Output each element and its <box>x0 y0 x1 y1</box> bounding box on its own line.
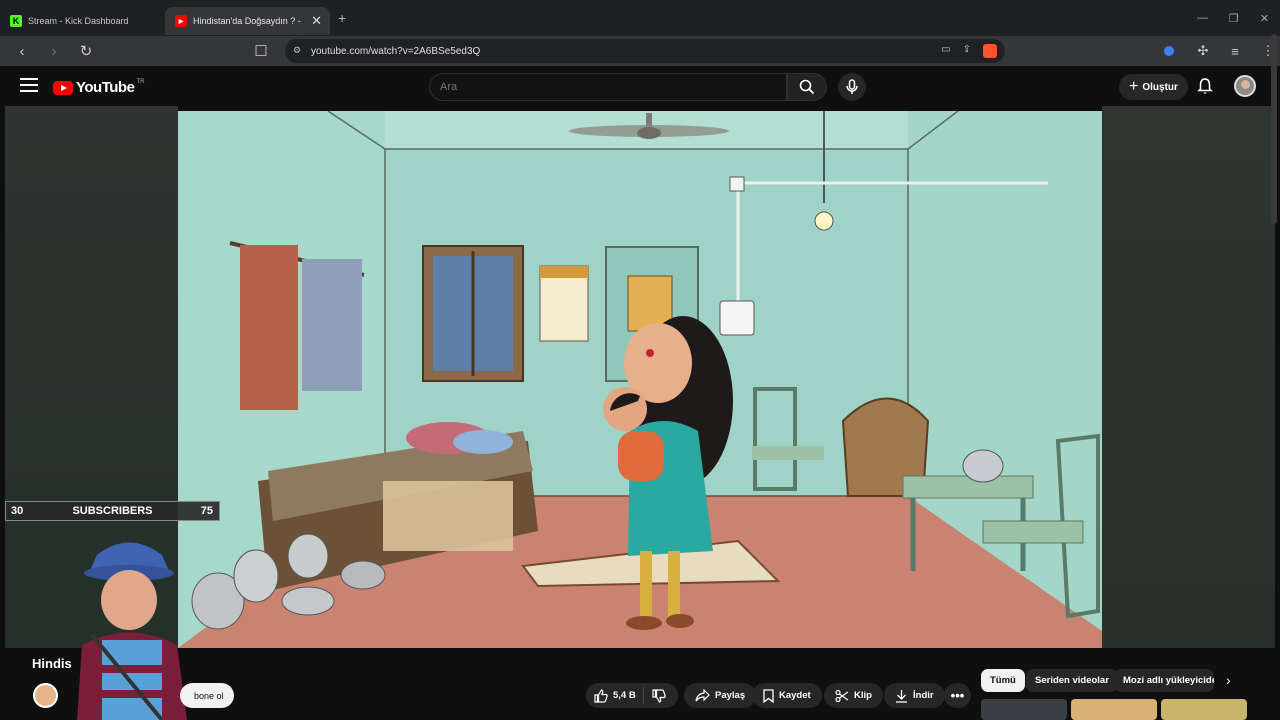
save-button[interactable]: Kaydet <box>752 683 822 708</box>
scissors-icon <box>835 689 849 702</box>
chip-uploader[interactable]: Mozi adlı yükleyiciden <box>1114 669 1214 692</box>
window-controls: — ❐ ✕ <box>1187 0 1280 36</box>
download-button[interactable]: İndir <box>884 683 945 708</box>
search-icon <box>799 79 815 95</box>
more-icon: ••• <box>950 688 965 703</box>
media-control-icon[interactable]: ≡ <box>1224 40 1246 62</box>
page-scrollbar[interactable] <box>1271 34 1277 224</box>
save-label: Kaydet <box>779 690 811 701</box>
back-button[interactable]: ‹ <box>6 43 38 60</box>
share-page-icon[interactable]: ⇪ <box>963 44 971 58</box>
tab-kick-dashboard[interactable]: K Stream - Kick Dashboard <box>0 7 165 35</box>
new-tab-button[interactable]: + <box>338 10 346 26</box>
browser-toolbar: ‹ › ↻ ☐ ⚙ youtube.com/watch?v=2A6BSe5ed3… <box>0 36 1280 66</box>
chip-series[interactable]: Seriden videolar <box>1026 669 1118 692</box>
chevron-right-icon[interactable]: › <box>1226 672 1231 688</box>
youtube-header: YouTube TR +Oluştur <box>0 66 1280 106</box>
share-button[interactable]: Paylaş <box>684 683 757 708</box>
close-window-button[interactable]: ✕ <box>1249 0 1280 36</box>
chip-all[interactable]: Tümü <box>981 669 1025 692</box>
subscribe-button[interactable]: bone ol <box>180 683 234 708</box>
like-count: 5,4 B <box>613 690 636 701</box>
extensions-puzzle-icon[interactable]: ✣ <box>1192 40 1214 62</box>
video-frame-illustration <box>178 111 1102 648</box>
region-code: TR <box>136 78 145 85</box>
youtube-logo[interactable]: YouTube TR <box>53 79 144 96</box>
like-button[interactable]: 5,4 B <box>586 687 644 704</box>
chip-label: Tümü <box>990 675 1016 686</box>
more-actions-button[interactable]: ••• <box>944 683 971 708</box>
share-label: Paylaş <box>715 690 746 701</box>
subscriber-count: 30 <box>11 505 24 517</box>
search-button[interactable] <box>787 73 827 101</box>
recommended-thumbnail[interactable] <box>981 699 1067 720</box>
menu-icon[interactable] <box>20 78 38 92</box>
chip-label: Mozi adlı yükleyiciden <box>1123 675 1214 686</box>
streamer-webcam <box>77 542 187 720</box>
tab-title: Stream - Kick Dashboard <box>28 16 129 26</box>
microphone-icon <box>846 79 858 94</box>
address-bar[interactable]: ⚙ youtube.com/watch?v=2A6BSe5ed3Q ▭ ⇪ <box>285 39 1005 63</box>
youtube-play-icon <box>53 80 73 95</box>
restore-button[interactable]: ❐ <box>1218 0 1249 36</box>
clip-label: Klip <box>854 690 872 701</box>
recommended-thumbnail[interactable] <box>1161 699 1247 720</box>
video-title: Hindis <box>32 656 72 671</box>
video-player[interactable] <box>178 111 1102 648</box>
create-label: Oluştur <box>1142 81 1178 93</box>
thumbs-up-icon <box>594 688 608 703</box>
channel-avatar[interactable] <box>33 683 58 708</box>
close-tab-icon[interactable]: ✕ <box>311 13 322 29</box>
extension-icon[interactable] <box>1158 40 1180 62</box>
search-input[interactable] <box>429 73 787 101</box>
url-text: youtube.com/watch?v=2A6BSe5ed3Q <box>311 45 481 57</box>
kick-icon: K <box>10 15 22 27</box>
notifications-button[interactable] <box>1197 77 1213 100</box>
cast-icon[interactable]: ▭ <box>941 44 950 58</box>
site-info-icon[interactable]: ⚙ <box>293 45 301 56</box>
bell-icon <box>1197 78 1213 94</box>
chip-label: Seriden videolar <box>1035 675 1109 686</box>
subscriber-goal: 75 <box>200 505 213 517</box>
dislike-button[interactable] <box>644 688 678 703</box>
minimize-button[interactable]: — <box>1187 0 1218 36</box>
like-dislike-group: 5,4 B <box>586 683 678 708</box>
account-avatar[interactable] <box>1234 75 1256 97</box>
bookmark-icon <box>763 688 774 703</box>
forward-button[interactable]: › <box>38 43 70 60</box>
logo-text: YouTube <box>76 79 135 96</box>
bookmark-icon[interactable]: ☐ <box>245 42 277 60</box>
download-icon <box>896 689 907 703</box>
reload-button[interactable]: ↻ <box>70 42 102 60</box>
youtube-icon: ▶ <box>175 15 187 27</box>
download-label: İndir <box>913 690 934 701</box>
tab-title: Hindistan'da Doğsaydın ? - <box>193 16 301 26</box>
tab-youtube-video[interactable]: ▶ Hindistan'da Doğsaydın ? - ✕ <box>165 7 330 35</box>
voice-search-button[interactable] <box>838 73 866 101</box>
subscriber-goal-bar: 30 SUBSCRIBERS 75 <box>5 501 220 521</box>
thumbs-down-icon <box>651 688 666 703</box>
brave-shield-icon[interactable] <box>983 44 997 58</box>
recommended-thumbnail[interactable] <box>1071 699 1157 720</box>
browser-tab-bar: K Stream - Kick Dashboard ▶ Hindistan'da… <box>0 0 1280 36</box>
subscribe-label: bone ol <box>194 690 224 701</box>
share-icon <box>695 689 710 702</box>
ambient-glow-right <box>1102 106 1275 648</box>
plus-icon: + <box>1129 78 1139 95</box>
create-button[interactable]: + Oluştur <box>1119 74 1188 100</box>
clip-button[interactable]: Klip <box>824 683 883 708</box>
subscriber-label: SUBSCRIBERS <box>72 505 153 517</box>
